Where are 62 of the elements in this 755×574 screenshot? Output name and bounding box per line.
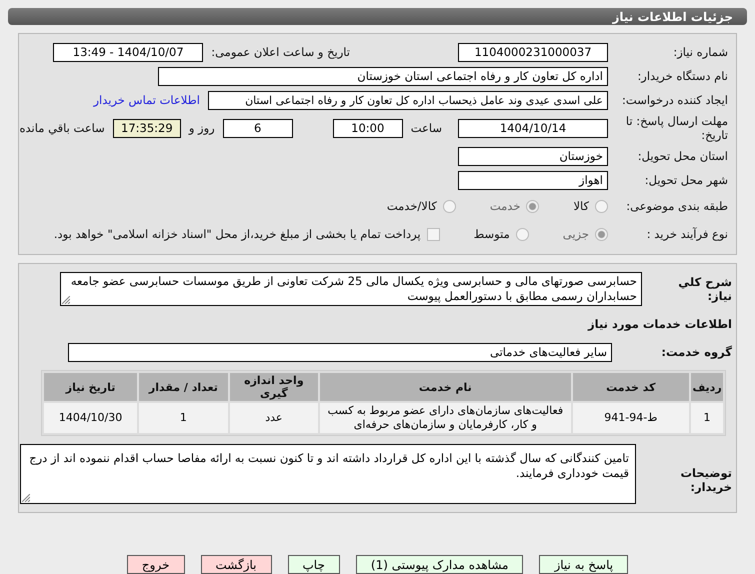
action-button[interactable]: چاپ	[288, 555, 340, 574]
column-header: کد خدمت	[572, 373, 690, 401]
column-header: نام خدمت	[320, 373, 571, 401]
checkbox[interactable]	[426, 228, 440, 240]
column-header: واحد اندازه گیری	[230, 373, 318, 401]
announce-date-field: 1404/10/07 - 13:49	[53, 42, 204, 62]
deadline-time-field: 10:00	[332, 118, 403, 138]
service-group-field: سایر فعالیت‌های خدماتی	[68, 342, 612, 362]
table-cell: 1	[139, 403, 228, 433]
buyer-contact-link[interactable]: اطلاعات تماس خریدار	[93, 93, 200, 107]
requester-field: علی اسدی عیدی وند عامل ذیحساب اداره کل تعاون کار و رفاه اجتماعی استان	[208, 90, 608, 110]
radio-label: جزیی	[562, 227, 589, 241]
resize-grip-icon	[22, 494, 30, 502]
radio-button[interactable]	[442, 200, 456, 212]
province-field: خوزستان	[458, 146, 608, 166]
exit-button[interactable]: بازگشت	[200, 555, 272, 574]
description-field: حسابرسی صورتهای مالی و حسابرسی ویژه یکسال مالی 25 شرکت تعاونی از طریق موسسات حسابرسی عضو جامعه حسابداران رسمی مطابق با دستورالعمل پیوست	[60, 272, 642, 306]
field-label: تاریخ و ساعت اعلان عمومی:	[211, 45, 350, 59]
radio-button[interactable]	[526, 200, 540, 212]
column-header: تعداد / مقدار	[139, 373, 228, 401]
radio-button[interactable]	[595, 228, 608, 240]
field-label: استان محل تحویل:	[636, 149, 728, 163]
radio-label: کالا/خدمت	[386, 199, 437, 213]
radio-button[interactable]	[595, 200, 608, 212]
remaining-label: ساعت باقي مانده	[20, 121, 105, 135]
page-title: جزئیات اطلاعات نیاز	[612, 10, 733, 24]
field-label: مهلت ارسال پاسخ: تا تاریخ:	[624, 114, 728, 142]
field-label: نوع فرآیند خرید :	[646, 227, 728, 241]
section-title: اطلاعات خدمات مورد نياز	[588, 317, 732, 331]
field-label: شهر محل تحویل:	[644, 173, 728, 187]
days-label: روز و	[188, 121, 215, 135]
table-cell: ط-94-941	[572, 403, 690, 433]
remaining-time-field: 17:35:29	[112, 118, 181, 138]
field-label: طبقه بندی موضوعی:	[625, 199, 728, 213]
field-label: توضیحات خریدار:	[680, 466, 732, 494]
radio-button[interactable]	[516, 228, 529, 240]
deadline-date-field: 1404/10/14	[458, 118, 608, 138]
days-field: 6	[222, 118, 293, 138]
exit-button[interactable]: خروج	[126, 555, 184, 574]
action-button[interactable]: مشاهده مدارک پیوستی (1)	[356, 555, 524, 574]
checkbox-label: پرداخت تمام یا بخشی از مبلغ خرید،از محل "اسناد خزانه اسلامی" خواهد بود.	[54, 227, 421, 241]
field-label: ایجاد کننده درخواست:	[621, 93, 728, 107]
radio-label: خدمت	[490, 199, 520, 213]
table-cell: 1404/10/30	[44, 403, 138, 433]
resize-grip-icon	[62, 296, 70, 304]
field-label: گروه خدمت:	[660, 345, 732, 359]
field-label: شماره نیاز:	[672, 45, 728, 59]
time-label: ساعت	[410, 121, 442, 135]
need-number-field: 1104000231000037	[458, 42, 608, 62]
action-button[interactable]: پاسخ به نیاز	[539, 555, 628, 574]
field-label: شرح کلي نياز:	[677, 275, 732, 303]
city-field: اهواز	[458, 170, 608, 190]
radio-label: کالا	[573, 199, 589, 213]
column-header: ردیف	[691, 373, 723, 401]
table-cell: فعالیت‌های سازمان‌های دارای عضو مربوط به کسب و کار، کارفرمایان و سازمان‌های حرفه‌ای	[320, 403, 571, 433]
buyer-field: اداره کل تعاون کار و رفاه اجتماعی استان خوزستان	[158, 66, 608, 86]
field-label: نام دستگاه خریدار:	[636, 69, 728, 83]
table-cell: عدد	[230, 403, 318, 433]
buyer-notes-field: تامین کنندگانی که سال گذشته با این اداره کل قرارداد داشته اند و تا کنون نسبت به ارائه مفاصا حساب اقدام ننموده اند از درج قیمت خودداری فرمایند.	[20, 444, 636, 504]
column-header: تاریخ نیاز	[44, 373, 138, 401]
table-cell: 1	[691, 403, 723, 433]
radio-label: متوسط	[474, 227, 510, 241]
